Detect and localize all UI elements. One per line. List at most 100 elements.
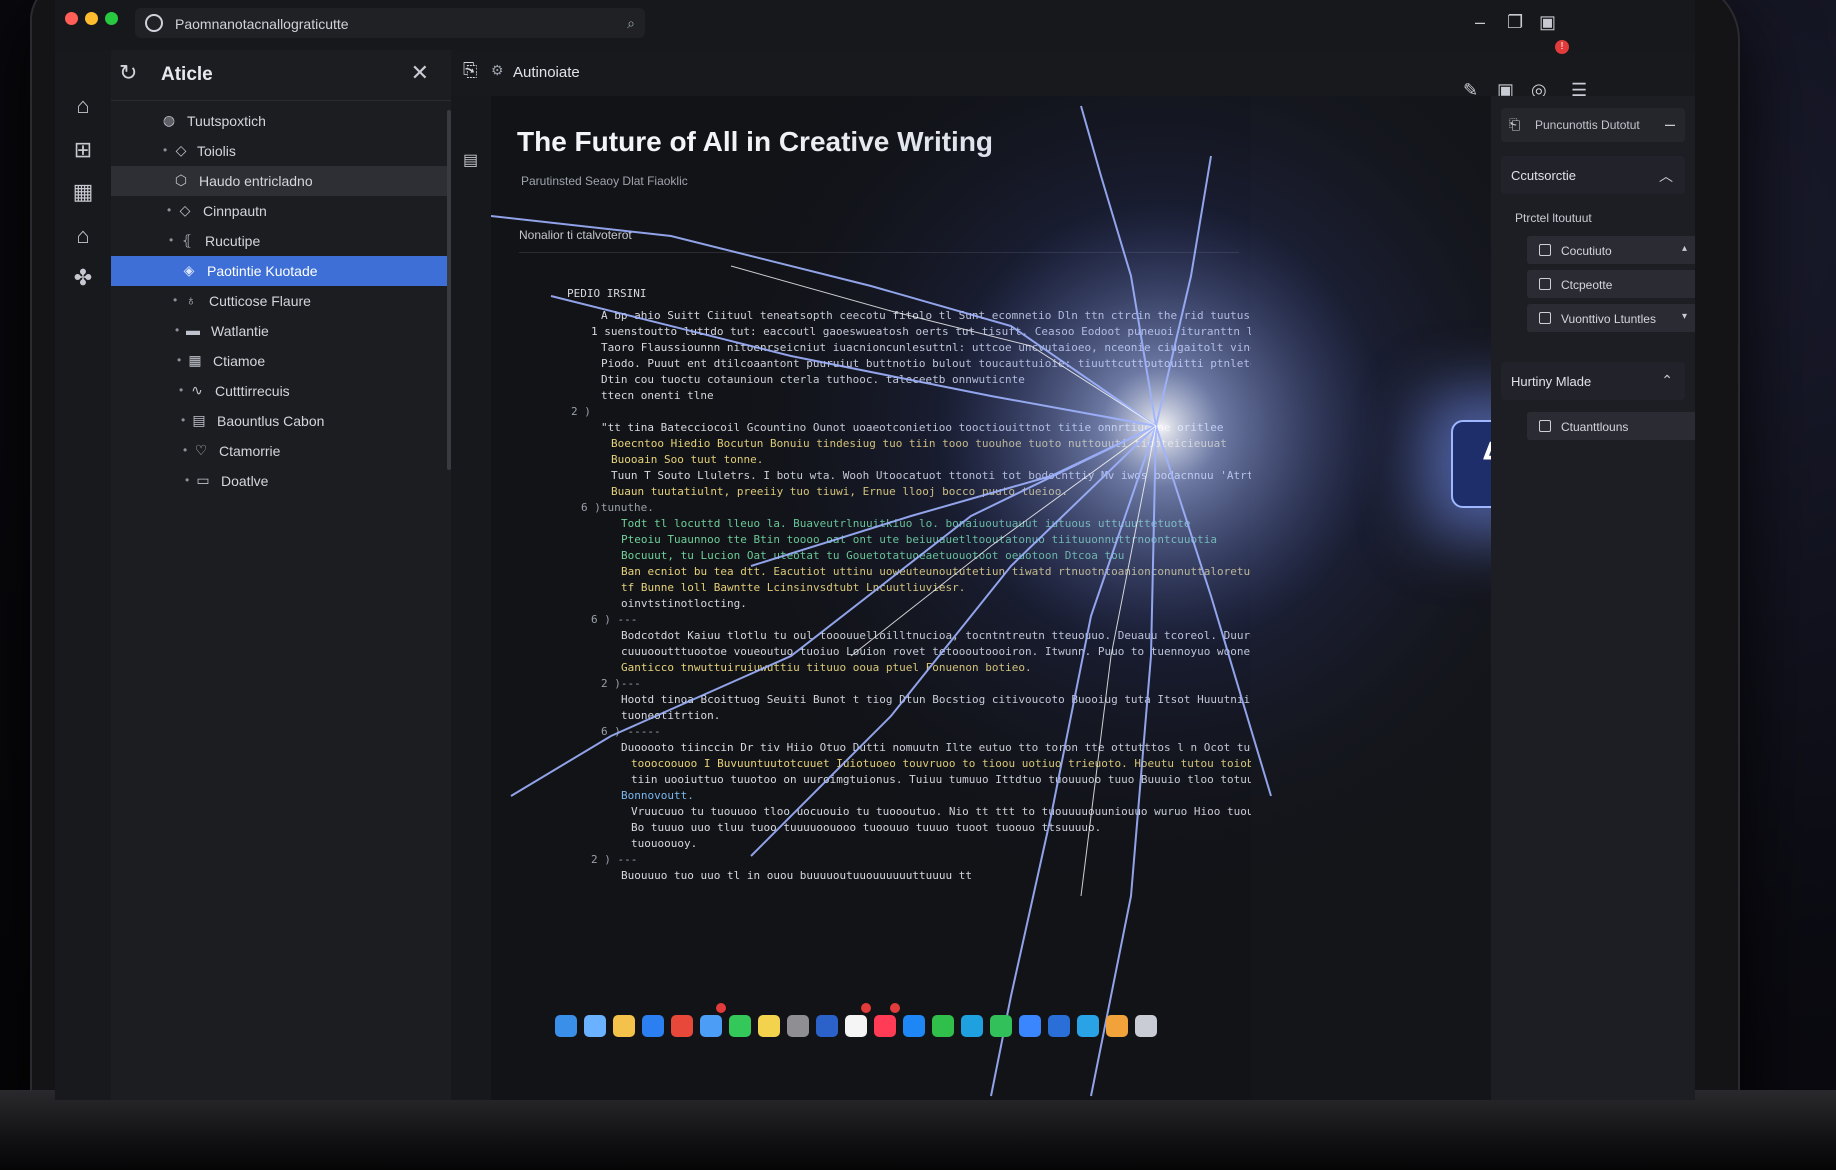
option-dropdown[interactable]: Vuonttivo Ltuntles ▾ (1527, 304, 1695, 332)
code-line: cuuuooutttuootoe voueoutuo tuoiuo Louion… (621, 645, 1251, 658)
code-line: Bonnovoutt. (621, 789, 694, 802)
section-subtitle: Ptrctel ltoutuut (1515, 211, 1592, 225)
restore-icon[interactable]: ❐ (1507, 12, 1523, 33)
notes-icon[interactable] (758, 1015, 780, 1037)
zoom-icon[interactable] (1019, 1015, 1041, 1037)
facetime-icon[interactable] (990, 1015, 1012, 1037)
panel-header[interactable]: ⎗ Puncunottis Dutotut – (1501, 108, 1685, 142)
section-header[interactable]: Hurtiny Mlade ⌃ (1501, 362, 1685, 400)
code-line: Buouuuo tuo uuo tl in ouou buuuuoutuuouu… (621, 869, 972, 882)
tree-item[interactable]: • ◇ Cinnpautn (111, 196, 451, 226)
photos-icon[interactable] (1106, 1015, 1128, 1037)
tree-item-selected[interactable]: ◈ Paotintie Kuotade (111, 256, 451, 286)
zoom-window-button[interactable] (105, 12, 118, 25)
refresh-icon[interactable]: ↻ (119, 60, 137, 86)
safari-icon[interactable] (642, 1015, 664, 1037)
document-tab[interactable]: Autinoiate (513, 64, 580, 81)
folder-icon[interactable] (613, 1015, 635, 1037)
numbers-icon[interactable] (932, 1015, 954, 1037)
dock (555, 1003, 1185, 1055)
editor-gutter: ▤ (451, 96, 491, 1100)
tree-item-label: Baountlus Cabon (217, 413, 325, 429)
site-icon (145, 14, 163, 32)
option-label: Cocutiuto (1561, 244, 1612, 258)
code-block: PEDIO IRSINI A bp ahio Suitt Ciituul ten… (551, 286, 1251, 884)
music-icon[interactable] (874, 1015, 896, 1037)
apps-icon[interactable]: ⊞ (69, 136, 97, 164)
tree-item[interactable]: • ▬ Watlantie (111, 316, 451, 346)
tree-item-label: Cutttirrecuis (215, 383, 290, 399)
code-line: 6 ) --- (591, 613, 638, 626)
settings-icon[interactable] (787, 1015, 809, 1037)
tree-item[interactable]: ◍ Tuutspoxtich (111, 106, 451, 136)
launchpad-icon[interactable] (584, 1015, 606, 1037)
tree-item-label: Doatlve (221, 473, 269, 489)
chevron-up-icon[interactable]: ︿ (1659, 166, 1673, 186)
house-icon[interactable]: ⌂ (69, 222, 97, 250)
bracket-icon: ⦃ (181, 232, 193, 248)
checkbox-icon[interactable] (1539, 312, 1551, 324)
tree-item[interactable]: • ▤ Baountlus Cabon (111, 406, 451, 436)
tree-item[interactable]: • ◇ Toiolis (111, 136, 451, 166)
keynote-icon[interactable] (1048, 1015, 1070, 1037)
chevron-down-icon[interactable]: ▾ (1682, 311, 1687, 322)
appstore-icon[interactable] (903, 1015, 925, 1037)
checkbox-icon[interactable] (1539, 420, 1551, 432)
mail-icon[interactable] (700, 1015, 722, 1037)
tree-bullet: • (163, 143, 168, 157)
trash-icon[interactable] (1135, 1015, 1157, 1037)
tree-item[interactable]: • ▭ Doatlve (111, 466, 451, 496)
tree-item[interactable]: ⬡ Haudo entricladno (111, 166, 451, 196)
tree-bullet: • (167, 203, 172, 217)
option-item[interactable]: Cocutiuto ▴ (1527, 236, 1695, 264)
tree-item-label: Toiolis (197, 143, 236, 159)
close-icon[interactable]: ✕ (411, 60, 429, 86)
notification-badge: ! (1555, 40, 1569, 54)
code-line: 1 suenstoutto luttdo tut: eaccoutl gaoes… (591, 325, 1251, 338)
tree-item[interactable]: • ♁ Cutticose Flaure (111, 286, 451, 316)
pen-icon[interactable]: ✎ (1463, 80, 1478, 101)
calendar-icon[interactable]: ▤ (463, 150, 478, 170)
search-icon[interactable]: ⌕ (627, 15, 635, 32)
document-icon[interactable]: ⎘ (463, 60, 477, 81)
tree-bullet: • (169, 233, 174, 247)
section-header[interactable]: Ccutsorctie ︿ (1501, 156, 1685, 194)
diamond-icon: ◇ (179, 202, 191, 218)
tree-bullet: • (181, 413, 186, 427)
tree-item[interactable]: • ▦ Ctiamoe (111, 346, 451, 376)
tree-item[interactable]: • ♡ Ctamorrie (111, 436, 451, 466)
edge-icon[interactable] (961, 1015, 983, 1037)
puzzle-icon[interactable]: ✤ (69, 264, 97, 292)
telegram-icon[interactable] (1077, 1015, 1099, 1037)
minimize-window-button[interactable] (85, 12, 98, 25)
caret-icon: ▴ (1681, 243, 1687, 254)
chrome-icon[interactable] (671, 1015, 693, 1037)
address-bar[interactable]: Paomnanotacnallograticutte ⌕ (135, 8, 645, 38)
finder-icon[interactable] (555, 1015, 577, 1037)
pages-icon[interactable] (845, 1015, 867, 1037)
minimize-icon[interactable]: – (1475, 12, 1485, 33)
notification-icon[interactable]: ▣ (1539, 12, 1556, 33)
calendar-icon[interactable]: ▦ (69, 178, 97, 206)
code-line: tuouoouoy. (631, 837, 698, 850)
checkbox-icon[interactable] (1539, 244, 1551, 256)
tree-item[interactable]: • ⦃ Rucutipe (111, 226, 451, 256)
code-line: tuoneotitrtion. (621, 709, 721, 722)
diamond-icon: ◇ (175, 142, 187, 158)
home-icon[interactable]: ⌂ (69, 92, 97, 120)
collapse-icon[interactable]: – (1665, 114, 1675, 135)
sidebar-header: ↻ Aticle ✕ (111, 50, 451, 101)
tree-item[interactable]: • ∿ Cutttirrecuis (111, 376, 451, 406)
option-item[interactable]: Ctcpeotte (1527, 270, 1695, 298)
code-line: Boecntoo Hiedio Bocutun Bonuiu tindesiug… (611, 437, 1227, 450)
tree-item-label: Haudo entricladno (199, 173, 313, 189)
document-editor[interactable]: The Future of All in Creative Writing Pa… (491, 96, 1251, 1100)
code-line: Taoro Flaussiounnn nitoenrseicniut iuacn… (601, 341, 1251, 354)
word-icon[interactable] (816, 1015, 838, 1037)
collapse-arrows-icon[interactable]: ⌃ (1661, 372, 1673, 389)
close-window-button[interactable] (65, 12, 78, 25)
option-item[interactable]: Ctuanttlouns (1527, 412, 1695, 440)
checkbox-icon[interactable] (1539, 278, 1551, 290)
messages-icon[interactable] (729, 1015, 751, 1037)
code-line: tiin uooiuttuo tuuotoo on uuroimgtuionus… (631, 773, 1251, 786)
